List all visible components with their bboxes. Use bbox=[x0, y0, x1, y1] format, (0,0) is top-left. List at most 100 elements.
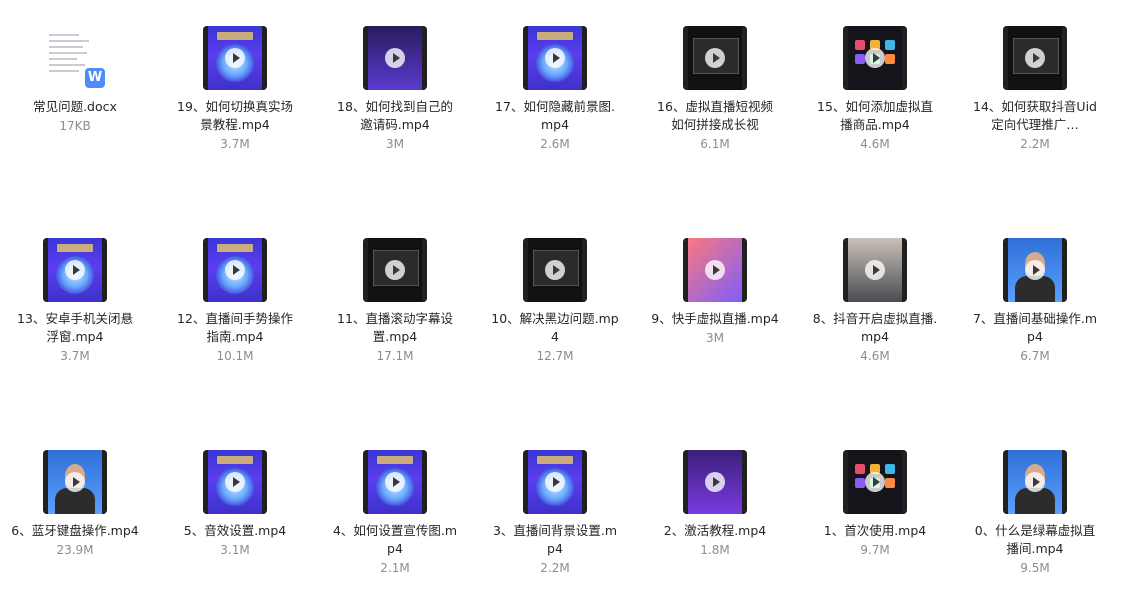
file-grid: W 常见问题.docx 17KB 19、如何切换真实场景教程.mp4 3.7M 18、如何… bbox=[0, 0, 1121, 600]
file-name: 4、如何设置宣传图.mp4 bbox=[332, 523, 458, 556]
file-item[interactable]: 2、激活教程.mp4 1.8M bbox=[645, 450, 785, 558]
file-size: 2.6M bbox=[540, 137, 570, 151]
video-thumbnail bbox=[523, 26, 587, 90]
letterbox-bar bbox=[582, 450, 587, 514]
file-item[interactable]: 4、如何设置宣传图.mp4 2.1M bbox=[325, 450, 465, 576]
video-thumbnail bbox=[363, 238, 427, 302]
video-thumbnail bbox=[363, 26, 427, 90]
play-icon bbox=[385, 472, 405, 492]
file-item[interactable]: 0、什么是绿幕虚拟直播间.mp4 9.5M bbox=[965, 450, 1105, 576]
file-item[interactable]: 13、安卓手机关闭悬浮窗.mp4 3.7M bbox=[5, 238, 145, 364]
video-thumbnail bbox=[43, 238, 107, 302]
letterbox-bar bbox=[262, 26, 267, 90]
file-name: 16、虚拟直播短视频如何拼接成长视 bbox=[657, 99, 773, 132]
file-size: 4.6M bbox=[860, 137, 890, 151]
video-thumbnail bbox=[203, 26, 267, 90]
text-line bbox=[49, 46, 83, 48]
letterbox-bar bbox=[1003, 450, 1008, 514]
letterbox-bar bbox=[742, 238, 747, 302]
file-item[interactable]: 18、如何找到自己的邀请码.mp4 3M bbox=[325, 26, 465, 152]
play-icon bbox=[1025, 260, 1045, 280]
app-tile bbox=[855, 40, 865, 50]
title-banner bbox=[57, 244, 93, 252]
play-icon bbox=[865, 48, 885, 68]
text-line bbox=[49, 64, 85, 66]
file-name: 3、直播间背景设置.mp4 bbox=[492, 523, 618, 556]
file-name: 6、蓝牙键盘操作.mp4 bbox=[11, 523, 139, 538]
file-item[interactable]: 15、如何添加虚拟直播商品.mp4 4.6M bbox=[805, 26, 945, 152]
app-tile bbox=[885, 40, 895, 50]
file-item[interactable]: 3、直播间背景设置.mp4 2.2M bbox=[485, 450, 625, 576]
video-thumbnail bbox=[683, 238, 747, 302]
file-name: 10、解决黑边问题.mp4 bbox=[491, 311, 619, 344]
file-size: 9.7M bbox=[860, 543, 890, 557]
play-icon bbox=[65, 472, 85, 492]
file-name: 8、抖音开启虚拟直播.mp4 bbox=[812, 311, 938, 344]
file-item[interactable]: 1、首次使用.mp4 9.7M bbox=[805, 450, 945, 558]
file-name: 18、如何找到自己的邀请码.mp4 bbox=[337, 99, 453, 132]
file-item[interactable]: 16、虚拟直播短视频如何拼接成长视 6.1M bbox=[645, 26, 785, 152]
letterbox-bar bbox=[902, 238, 907, 302]
file-name: 9、快手虚拟直播.mp4 bbox=[651, 311, 779, 326]
play-icon bbox=[865, 260, 885, 280]
file-name: 0、什么是绿幕虚拟直播间.mp4 bbox=[974, 523, 1096, 556]
file-item[interactable]: 9、快手虚拟直播.mp4 3M bbox=[645, 238, 785, 346]
letterbox-bar bbox=[203, 238, 208, 302]
file-item[interactable]: 14、如何获取抖音Uid定向代理推广… 2.2M bbox=[965, 26, 1105, 152]
video-thumbnail bbox=[1003, 238, 1067, 302]
title-banner bbox=[217, 244, 253, 252]
video-thumbnail bbox=[683, 26, 747, 90]
video-thumbnail bbox=[1003, 26, 1067, 90]
letterbox-bar bbox=[1062, 238, 1067, 302]
video-thumbnail bbox=[363, 450, 427, 514]
file-item[interactable]: W 常见问题.docx 17KB bbox=[5, 26, 145, 134]
letterbox-bar bbox=[523, 238, 528, 302]
file-item[interactable]: 11、直播滚动字幕设置.mp4 17.1M bbox=[325, 238, 465, 364]
file-item[interactable]: 17、如何隐藏前景图.mp4 2.6M bbox=[485, 26, 625, 152]
file-item[interactable]: 19、如何切换真实场景教程.mp4 3.7M bbox=[165, 26, 305, 152]
text-line bbox=[49, 34, 79, 36]
letterbox-bar bbox=[683, 450, 688, 514]
letterbox-bar bbox=[742, 26, 747, 90]
play-icon bbox=[705, 472, 725, 492]
play-icon bbox=[385, 48, 405, 68]
file-size: 6.1M bbox=[700, 137, 730, 151]
file-item[interactable]: 8、抖音开启虚拟直播.mp4 4.6M bbox=[805, 238, 945, 364]
play-icon bbox=[705, 260, 725, 280]
letterbox-bar bbox=[1062, 450, 1067, 514]
letterbox-bar bbox=[422, 26, 427, 90]
file-item[interactable]: 10、解决黑边问题.mp4 12.7M bbox=[485, 238, 625, 364]
letterbox-bar bbox=[843, 26, 848, 90]
video-thumbnail bbox=[43, 450, 107, 514]
letterbox-bar bbox=[902, 26, 907, 90]
text-line bbox=[49, 70, 79, 72]
title-banner bbox=[377, 456, 413, 464]
file-size: 3.1M bbox=[220, 543, 250, 557]
file-name: 常见问题.docx bbox=[33, 99, 117, 114]
file-size: 4.6M bbox=[860, 349, 890, 363]
file-name: 7、直播间基础操作.mp4 bbox=[972, 311, 1098, 344]
file-size: 17.1M bbox=[376, 349, 414, 363]
letterbox-bar bbox=[102, 450, 107, 514]
letterbox-bar bbox=[582, 26, 587, 90]
letterbox-bar bbox=[523, 450, 528, 514]
play-icon bbox=[545, 472, 565, 492]
app-tile bbox=[885, 464, 895, 474]
letterbox-bar bbox=[843, 450, 848, 514]
file-name: 19、如何切换真实场景教程.mp4 bbox=[177, 99, 293, 132]
play-icon bbox=[1025, 48, 1045, 68]
file-size: 2.1M bbox=[380, 561, 410, 575]
file-item[interactable]: 7、直播间基础操作.mp4 6.7M bbox=[965, 238, 1105, 364]
play-icon bbox=[225, 260, 245, 280]
file-name: 13、安卓手机关闭悬浮窗.mp4 bbox=[17, 311, 133, 344]
letterbox-bar bbox=[102, 238, 107, 302]
play-icon bbox=[225, 48, 245, 68]
file-item[interactable]: 5、音效设置.mp4 3.1M bbox=[165, 450, 305, 558]
video-thumbnail bbox=[843, 238, 907, 302]
video-thumbnail bbox=[683, 450, 747, 514]
file-size: 3.7M bbox=[220, 137, 250, 151]
file-name: 1、首次使用.mp4 bbox=[823, 523, 927, 538]
file-item[interactable]: 6、蓝牙键盘操作.mp4 23.9M bbox=[5, 450, 145, 558]
file-item[interactable]: 12、直播间手势操作指南.mp4 10.1M bbox=[165, 238, 305, 364]
file-name: 2、激活教程.mp4 bbox=[663, 523, 767, 538]
